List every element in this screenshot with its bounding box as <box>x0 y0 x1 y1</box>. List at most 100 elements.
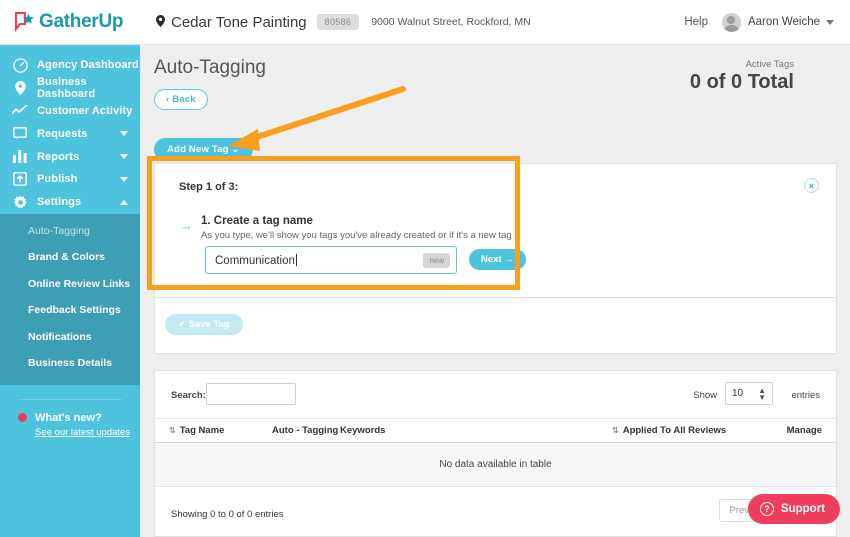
sidebar-item-label: Requests <box>37 127 88 140</box>
sidebar-item-reports[interactable]: Reports <box>0 145 140 168</box>
app-logo-text: GatherUp <box>39 11 124 32</box>
sidebar-item-customer-activity[interactable]: Customer Activity <box>0 100 140 123</box>
bar-chart-icon <box>12 149 28 165</box>
sidebar-subitem-label: Auto-Tagging <box>28 224 90 237</box>
sidebar-item-label: Customer Activity <box>37 104 133 117</box>
speedometer-icon <box>12 57 28 73</box>
sidebar-item-label: Agency Dashboard <box>37 59 139 72</box>
sort-icon: ⇅ <box>169 426 176 435</box>
table-controls: Search: Show 10 ▲ ▼ entries <box>155 371 836 418</box>
sidebar-item-label: Publish <box>37 173 78 186</box>
business-name: Cedar Tone Painting <box>171 13 307 31</box>
save-tag-button[interactable]: ✓ Save Tag <box>165 314 243 335</box>
chevron-down-icon[interactable] <box>120 176 128 182</box>
sidebar-subitem-business-details[interactable]: Business Details <box>0 350 140 377</box>
new-tag-badge: new <box>423 252 450 268</box>
sidebar-subitem-online-review-links[interactable]: Online Review Links <box>0 271 140 298</box>
column-label: Tag Name <box>179 425 225 436</box>
add-new-tag-button[interactable]: Add New Tag ⌄ <box>154 138 253 161</box>
step-heading: 1. Create a tag name <box>201 215 313 227</box>
sidebar-subitem-feedback-settings[interactable]: Feedback Settings <box>0 297 140 324</box>
column-header-tag-name[interactable]: ⇅ Tag Name <box>169 425 224 436</box>
sidebar-subitem-label: Brand & Colors <box>28 251 106 264</box>
gatherup-logo-icon <box>14 11 36 32</box>
chevron-down-icon[interactable] <box>120 154 128 160</box>
business-address: 9000 Walnut Street, Rockford, MN <box>371 16 531 28</box>
sidebar-item-settings[interactable]: Settings <box>0 191 140 214</box>
whats-new-link[interactable]: See our latest updates <box>35 427 140 438</box>
avatar[interactable] <box>721 12 741 32</box>
sidebar-subitem-brand-colors[interactable]: Brand & Colors <box>0 244 140 271</box>
sidebar-item-label: Business Dashboard <box>37 76 96 101</box>
top-bar: GatherUp Cedar Tone Painting 80586 9000 … <box>0 0 850 45</box>
tag-name-input-value: Communication <box>215 253 297 267</box>
show-entries-select[interactable]: 10 ▲ ▼ <box>725 382 773 405</box>
column-label: Auto - Tagging <box>272 425 339 436</box>
sidebar-item-agency-dashboard[interactable]: Agency Dashboard <box>0 54 140 77</box>
sidebar-subitem-label: Notifications <box>28 330 92 343</box>
active-tags-value: 0 of 0 Total <box>689 71 794 93</box>
whats-new-block: What's new? See our latest updates <box>0 385 140 438</box>
sidebar-item-label: Reports <box>37 150 80 163</box>
search-label: Search: <box>171 390 206 401</box>
sidebar-item-business-dashboard[interactable]: Business Dashboard <box>0 76 140 101</box>
sidebar-subitem-label: Feedback Settings <box>28 304 121 317</box>
notification-dot-icon <box>18 413 27 423</box>
step-panel: × Step 1 of 3: → 1. Create a tag name As… <box>154 163 837 298</box>
column-header-keywords[interactable]: Keywords <box>340 425 385 436</box>
show-label: Show <box>693 390 717 401</box>
search-input[interactable] <box>206 383 296 405</box>
chevron-down-icon[interactable] <box>120 131 128 137</box>
active-tags-label: Active Tags <box>745 59 794 70</box>
support-button[interactable]: ? Support <box>747 494 840 524</box>
save-bar: ✓ Save Tag <box>154 298 837 354</box>
location-pin-icon <box>156 15 165 29</box>
sidebar-item-label: Settings <box>37 196 82 209</box>
chevron-down-icon[interactable] <box>826 19 834 25</box>
page-title: Auto-Tagging <box>154 57 266 78</box>
entries-label: entries <box>791 390 820 401</box>
step-label: Step 1 of 3: <box>179 181 239 193</box>
step-subtext: As you type, we'll show you tags you've … <box>201 230 512 241</box>
spinner-icon: ▲ ▼ <box>758 385 766 402</box>
column-label: Keywords <box>340 425 386 436</box>
column-header-manage[interactable]: Manage <box>787 425 822 436</box>
sort-icon: ⇅ <box>612 426 619 435</box>
app-logo[interactable]: GatherUp <box>0 0 140 45</box>
gear-icon <box>12 194 28 210</box>
column-header-applied-to-all-reviews[interactable]: ⇅ Applied To All Reviews <box>612 425 726 436</box>
user-name[interactable]: Aaron Weiche <box>748 16 820 28</box>
trend-line-icon <box>12 103 28 119</box>
tags-table-card: Search: Show 10 ▲ ▼ entries ⇅ Tag Name Au… <box>154 370 837 537</box>
sidebar: Agency Dashboard Business Dashboard Cust… <box>0 45 140 537</box>
whats-new-title: What's new? <box>35 411 102 424</box>
column-label: Manage <box>786 425 822 436</box>
table-header-row: ⇅ Tag Name Auto - Tagging Keywords ⇅ App… <box>155 418 836 443</box>
show-entries-value: 10 <box>732 388 744 399</box>
location-pin-icon <box>12 80 28 96</box>
showing-entries-label: Showing 0 to 0 of 0 entries <box>171 509 284 520</box>
chevron-up-icon[interactable] <box>120 199 128 205</box>
column-header-auto-tagging[interactable]: Auto - Tagging <box>272 425 338 436</box>
back-button[interactable]: ‹ Back <box>154 89 208 110</box>
business-selector[interactable]: Cedar Tone Painting 80586 9000 Walnut St… <box>156 14 531 31</box>
sidebar-item-requests[interactable]: Requests <box>0 122 140 145</box>
tag-name-input[interactable]: Communication new <box>205 246 457 274</box>
sidebar-subitem-auto-tagging[interactable]: Auto-Tagging <box>0 218 140 245</box>
whats-new-row[interactable]: What's new? <box>18 412 140 424</box>
publish-box-icon <box>12 171 28 187</box>
main-content: Auto-Tagging ‹ Back Active Tags 0 of 0 T… <box>140 45 850 537</box>
sidebar-subitem-label: Online Review Links <box>28 277 131 290</box>
close-circle-icon[interactable]: × <box>804 178 819 193</box>
support-label: Support <box>780 503 825 515</box>
help-link[interactable]: Help <box>684 16 708 28</box>
sidebar-subitem-label: Business Details <box>28 357 113 370</box>
sidebar-subitem-notifications[interactable]: Notifications <box>0 324 140 351</box>
business-id-badge: 80586 <box>316 14 360 30</box>
next-button[interactable]: Next → <box>469 249 526 270</box>
top-bar-right: Help Aaron Weiche <box>684 12 850 32</box>
sidebar-submenu-settings: Auto-Tagging Brand & Colors Online Revie… <box>0 213 140 385</box>
table-footer: Showing 0 to 0 of 0 entries Previous Nex… <box>155 487 836 535</box>
sidebar-item-publish[interactable]: Publish <box>0 168 140 191</box>
question-mark-icon: ? <box>759 502 774 516</box>
